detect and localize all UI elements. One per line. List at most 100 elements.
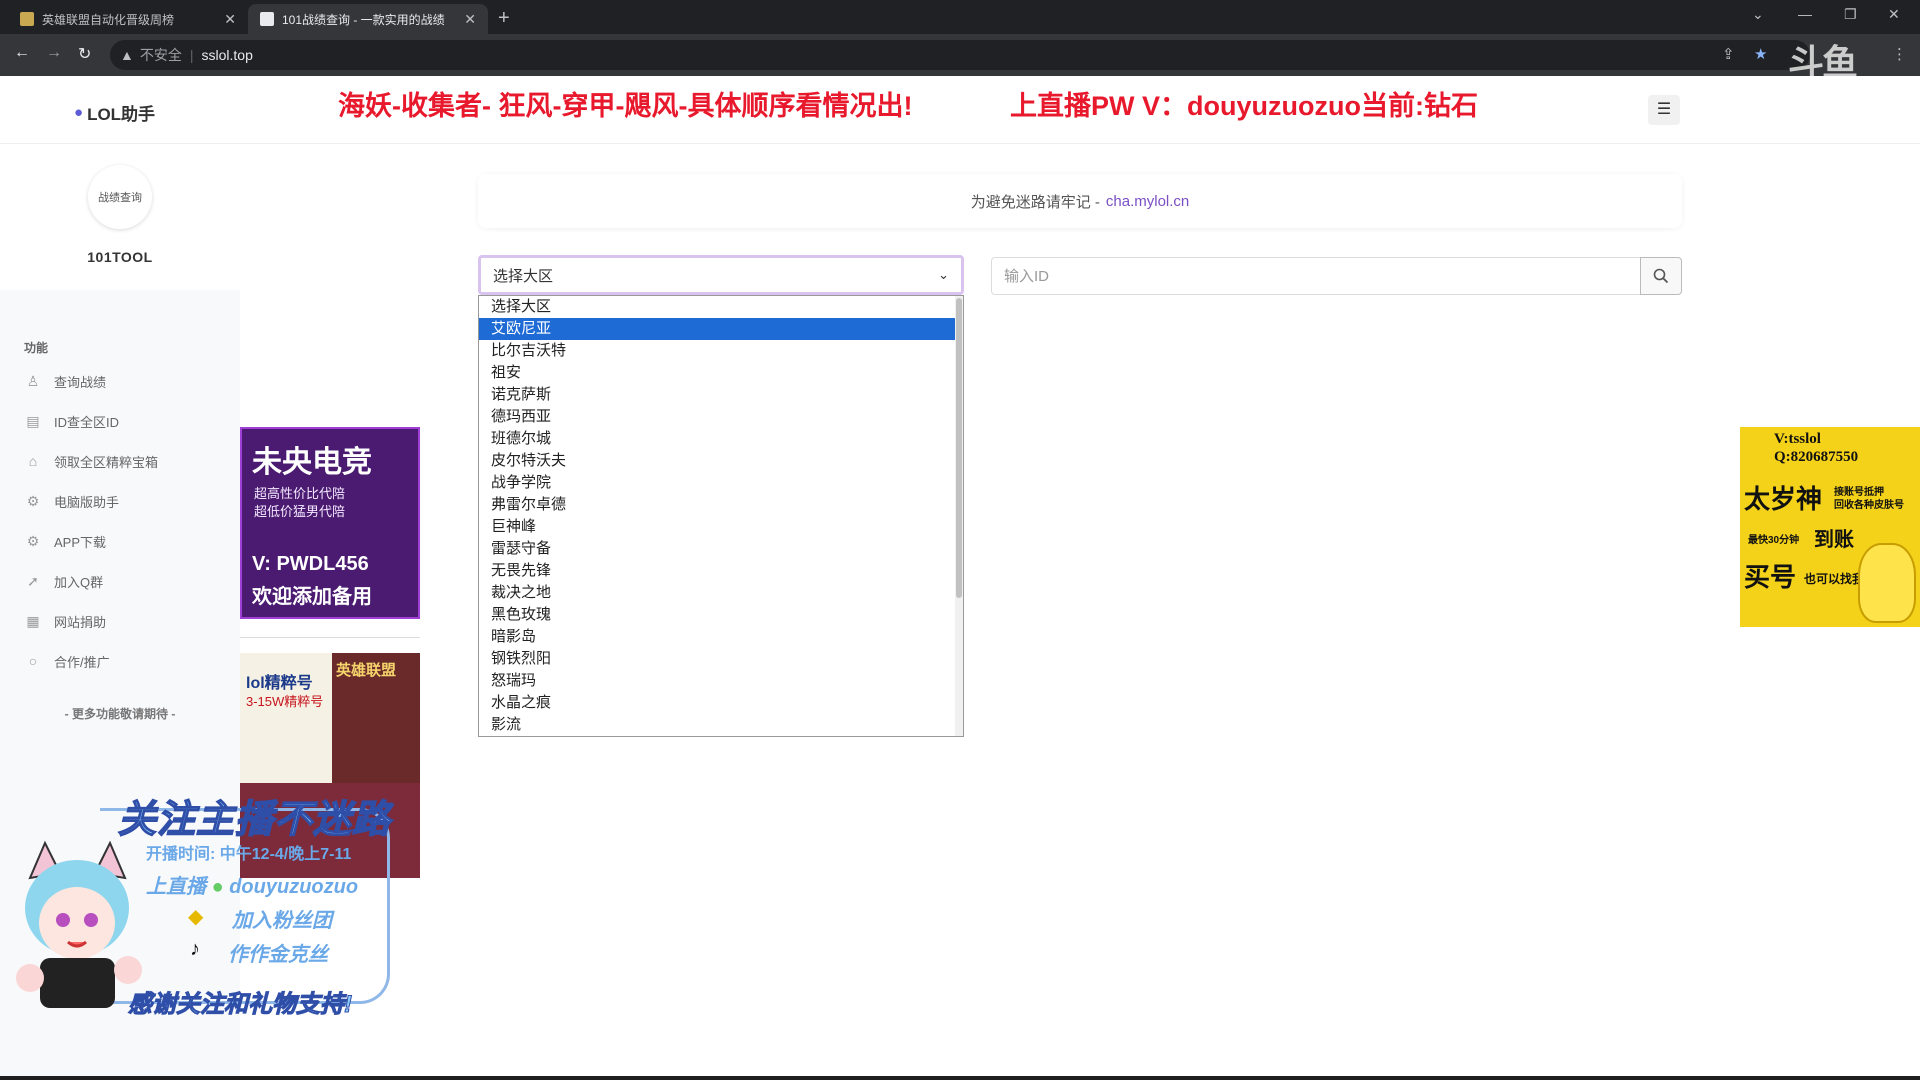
- browser-tab-2[interactable]: 101战绩查询 - 一款实用的战绩 ✕: [248, 4, 488, 34]
- region-option[interactable]: 怒瑞玛: [479, 670, 955, 692]
- region-option[interactable]: 皮尔特沃夫: [479, 450, 955, 472]
- region-option[interactable]: 艾欧尼亚: [479, 318, 955, 340]
- region-option[interactable]: 暗影岛: [479, 626, 955, 648]
- sidebar-item-join-qq[interactable]: ➚ 加入Q群: [24, 571, 103, 591]
- region-option[interactable]: 祖安: [479, 362, 955, 384]
- tab-label: 101战绩查询 - 一款实用的战绩: [282, 12, 445, 27]
- id-input[interactable]: [991, 257, 1641, 295]
- region-option[interactable]: 比尔吉沃特: [479, 340, 955, 362]
- url-box[interactable]: ▲ 不安全 | sslol.top: [110, 40, 1810, 70]
- hamburger-menu-icon[interactable]: ☰: [1648, 95, 1680, 125]
- streamer-overlay: 关注主播不迷路 开播时间: 中午12-4/晚上7-11 上直播 ● douyuz…: [0, 778, 430, 1019]
- ad-contact: V: PWDL456: [252, 553, 369, 575]
- ad-right-arrive: 到账: [1814, 529, 1854, 551]
- ad-account-left: lol精粹号 3-15W精粹号: [240, 653, 332, 783]
- url-separator: |: [189, 47, 194, 63]
- cog-icon: ⚙: [26, 492, 40, 509]
- sidebar-item-cooperation[interactable]: ○ 合作/推广: [24, 651, 110, 671]
- chevron-down-icon: ⌄: [938, 267, 949, 282]
- sidebar-item-donate[interactable]: ▦ 网站捐助: [24, 611, 106, 631]
- region-option[interactable]: 雷瑟守备: [479, 538, 955, 560]
- dropdown-scrollbar[interactable]: [955, 296, 963, 736]
- page-favicon-icon: [260, 12, 274, 26]
- warning-icon: ▲: [120, 47, 134, 63]
- close-tab-icon[interactable]: ✕: [464, 11, 476, 28]
- tab-search-icon[interactable]: ⌄: [1752, 6, 1764, 23]
- region-option[interactable]: 战争学院: [479, 472, 955, 494]
- region-select[interactable]: 选择大区 ⌄: [478, 255, 964, 295]
- notice-link[interactable]: cha.mylol.cn: [1106, 193, 1189, 210]
- region-option[interactable]: 无畏先锋: [479, 560, 955, 582]
- item-build-banner: 海妖-收集者- 狂风-穿甲-飓风-具体顺序看情况出!: [338, 91, 913, 121]
- search-icon: [1653, 268, 1669, 284]
- lol-favicon-icon: [20, 12, 34, 26]
- region-option[interactable]: 选择大区: [479, 296, 955, 318]
- region-option[interactable]: 弗雷尔卓德: [479, 494, 955, 516]
- sidebar-item-label: 电脑版助手: [54, 494, 120, 510]
- sidebar-item-app-download[interactable]: ⚙ APP下载: [24, 531, 106, 551]
- ad-account-right-title: 英雄联盟: [336, 662, 397, 679]
- ad-account-shop[interactable]: lol精粹号 3-15W精粹号 英雄联盟: [240, 653, 420, 783]
- ad-taisui-shen[interactable]: V:tsslol Q:820687550 太岁神 接账号抵押 回收各种皮肤号 最…: [1740, 427, 1920, 627]
- sidebar-item-label: 加入Q群: [54, 574, 104, 590]
- new-tab-icon[interactable]: +: [498, 7, 510, 30]
- ad-right-q: Q:820687550: [1774, 449, 1859, 465]
- close-window-icon[interactable]: ✕: [1888, 6, 1900, 23]
- sidebar-item-label: 领取全区精粹宝箱: [54, 454, 159, 470]
- sidebar-item-chest[interactable]: ⌂ 领取全区精粹宝箱: [24, 451, 158, 471]
- ad-right-fast: 最快30分钟: [1748, 535, 1800, 546]
- cog-icon: ⚙: [26, 532, 40, 549]
- stream-banner: 上直播PW V：douyuzuozuo当前:钻石: [1010, 91, 1478, 121]
- region-dropdown-list: 选择大区 艾欧尼亚 比尔吉沃特 祖安 诺克萨斯 德玛西亚 班德尔城 皮尔特沃夫 战争学院 弗雷尔卓…: [478, 295, 964, 737]
- sidebar-item-pc-helper[interactable]: ⚙ 电脑版助手: [24, 491, 119, 511]
- overlay-time-text: 开播时间: 中午12-4/晚上7-11: [146, 846, 352, 863]
- region-option[interactable]: 德玛西亚: [479, 406, 955, 428]
- region-option[interactable]: 影流: [479, 714, 955, 736]
- bookmark-star-icon[interactable]: ★: [1754, 45, 1767, 63]
- region-option[interactable]: 裁决之地: [479, 582, 955, 604]
- sidebar-item-query-record[interactable]: ♙ 查询战绩: [24, 371, 106, 391]
- region-option[interactable]: 水晶之痕: [479, 692, 955, 714]
- region-option[interactable]: 钢铁烈阳: [479, 648, 955, 670]
- more-features-note: - 更多功能敬请期待 -: [64, 707, 176, 721]
- browser-tab-1[interactable]: 英雄联盟自动化晋级周榜 ✕: [8, 4, 248, 34]
- brand-logo[interactable]: ● LOL助手: [74, 100, 155, 125]
- ad-line-2: 超低价猛男代陪: [254, 504, 346, 519]
- notice-card: 为避免迷路请牢记 - cha.mylol.cn: [478, 174, 1682, 228]
- ad-line-1: 超高性价比代陪: [254, 486, 346, 501]
- back-icon[interactable]: ←: [14, 44, 30, 62]
- flame-icon: ●: [74, 104, 84, 121]
- close-tab-icon[interactable]: ✕: [224, 11, 236, 28]
- region-select-value: 选择大区: [493, 267, 554, 285]
- menu-kebab-icon[interactable]: ⋮: [1892, 45, 1907, 63]
- site-header: ● LOL助手 海妖-收集者- 狂风-穿甲-飓风-具体顺序看情况出! 上直播PW…: [0, 76, 1920, 144]
- user-icon: ♙: [26, 372, 40, 389]
- region-option[interactable]: 黑色玫瑰: [479, 604, 955, 626]
- share-icon[interactable]: ⇪: [1722, 45, 1735, 63]
- notice-text: 为避免迷路请牢记 -: [970, 193, 1100, 211]
- restore-icon[interactable]: ❐: [1844, 6, 1857, 23]
- minimize-icon[interactable]: —: [1798, 6, 1812, 22]
- graduation-icon: ⌂: [28, 453, 38, 469]
- ad-right-sub2: 回收各种皮肤号: [1834, 500, 1904, 511]
- ad-weiyang-esports[interactable]: 未央电竞 超高性价比代陪 超低价猛男代陪 V: PWDL456 欢迎添加备用: [240, 427, 420, 619]
- tiktok-icon: ♪: [190, 938, 200, 960]
- search-button[interactable]: [1640, 257, 1682, 295]
- security-label: 不安全: [139, 47, 182, 63]
- ad-account-right: 英雄联盟: [332, 653, 420, 783]
- dropdown-scrollbar-thumb[interactable]: [956, 298, 962, 598]
- region-option[interactable]: 巨神峰: [479, 516, 955, 538]
- forward-icon[interactable]: →: [46, 44, 62, 62]
- overlay-fans-text: 加入粉丝团: [232, 910, 332, 932]
- sidebar-item-label: 合作/推广: [54, 654, 110, 670]
- overlay-live-id: douyuzuozuo: [229, 876, 359, 898]
- sidebar-item-label: APP下载: [54, 534, 107, 550]
- region-option[interactable]: 班德尔城: [479, 428, 955, 450]
- address-bar-row: ← → ↻ ▲ 不安全 | sslol.top ⇪ ★ ⋮: [0, 34, 1920, 76]
- sidebar-item-label: 网站捐助: [54, 614, 107, 630]
- bottom-border: [0, 1076, 1920, 1080]
- region-option[interactable]: 诺克萨斯: [479, 384, 955, 406]
- sidebar-item-id-search[interactable]: ▤ ID查全区ID: [24, 411, 119, 431]
- reload-icon[interactable]: ↻: [78, 44, 91, 64]
- overlay-live-label: 上直播: [146, 876, 206, 898]
